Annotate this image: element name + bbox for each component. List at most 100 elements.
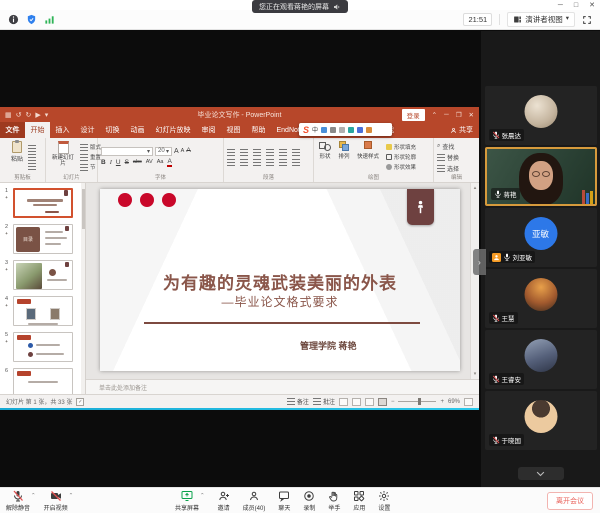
- align-left-icon[interactable]: [227, 159, 235, 166]
- ppt-minimize-button[interactable]: ─: [444, 111, 449, 118]
- paste-button[interactable]: 粘贴: [9, 141, 25, 173]
- undo-icon[interactable]: ↺: [16, 111, 22, 119]
- shape-fill-button[interactable]: 形状填充: [386, 143, 416, 151]
- zoom-out-button[interactable]: −: [391, 399, 395, 405]
- participant-tile[interactable]: 亚敏 刘亚敏: [485, 208, 597, 267]
- underline-button[interactable]: U: [116, 160, 121, 167]
- reading-view-button[interactable]: [365, 398, 374, 406]
- sidebar-collapse-handle[interactable]: ›: [473, 249, 486, 275]
- font-size-select[interactable]: 20▾: [155, 147, 172, 156]
- replace-button[interactable]: 替换: [437, 153, 459, 162]
- clear-format-button[interactable]: A: [186, 148, 190, 155]
- slideshow-icon[interactable]: ▶: [35, 111, 40, 119]
- cut-icon[interactable]: [28, 145, 36, 152]
- text-shadow-button[interactable]: abc: [133, 160, 142, 166]
- chat-button[interactable]: 聊天: [278, 490, 290, 512]
- thumbnail-scrollbar[interactable]: [81, 183, 85, 394]
- leave-meeting-button[interactable]: 离开会议: [547, 492, 593, 510]
- tab-help[interactable]: 帮助: [246, 122, 271, 138]
- slide-thumbnail-3[interactable]: 3✦: [2, 260, 82, 290]
- invite-button[interactable]: 邀请: [218, 490, 230, 512]
- columns-icon[interactable]: [279, 159, 287, 166]
- tab-home[interactable]: 开始: [25, 122, 50, 138]
- bold-button[interactable]: B: [101, 160, 106, 167]
- italic-button[interactable]: I: [110, 160, 112, 167]
- smartart-icon[interactable]: [292, 159, 300, 166]
- speaker-view-button[interactable]: 演讲者视图 ▾: [507, 12, 575, 27]
- window-maximize-button[interactable]: □: [574, 2, 578, 9]
- raise-hand-button[interactable]: 举手: [328, 490, 340, 512]
- meeting-info-icon[interactable]: [8, 14, 19, 25]
- participant-tile[interactable]: 于晓国: [485, 391, 597, 450]
- current-slide[interactable]: 为有趣的灵魂武装美丽的外表 —毕业论文格式要求 管理学院 蒋艳: [100, 189, 460, 371]
- apps-button[interactable]: 应用: [353, 490, 365, 512]
- align-right-icon[interactable]: [253, 159, 261, 166]
- fit-to-window-button[interactable]: [464, 398, 473, 406]
- unmute-button[interactable]: 解除静音: [6, 490, 30, 512]
- speaker-icon[interactable]: [333, 3, 341, 11]
- font-name-select[interactable]: ▾: [101, 147, 153, 156]
- zoom-in-button[interactable]: +: [440, 399, 444, 405]
- mic-options-caret[interactable]: ⌃: [31, 493, 36, 499]
- ppt-close-button[interactable]: ✕: [469, 111, 474, 119]
- sogou-input-bar[interactable]: S 中: [299, 123, 392, 136]
- tab-design[interactable]: 设计: [75, 122, 100, 138]
- shape-outline-button[interactable]: 形状轮廓: [386, 153, 416, 161]
- more-participants-button[interactable]: [518, 467, 564, 480]
- fullscreen-icon[interactable]: [582, 15, 592, 25]
- slideshow-view-button[interactable]: [378, 398, 387, 406]
- qat-customize-icon[interactable]: ▾: [45, 111, 49, 119]
- slide-thumbnail-5[interactable]: 5✦: [2, 332, 82, 362]
- format-painter-icon[interactable]: [28, 163, 36, 170]
- spellcheck-icon[interactable]: ✓: [76, 398, 84, 406]
- canvas-scrollbar[interactable]: ▴ ▾: [470, 183, 479, 379]
- increase-indent-icon[interactable]: [266, 149, 274, 156]
- members-button[interactable]: 成员(40): [243, 490, 266, 512]
- shrink-font-button[interactable]: A: [181, 149, 185, 155]
- share-screen-button[interactable]: 共享屏幕: [175, 490, 199, 512]
- find-button[interactable]: ⌕查找: [437, 142, 459, 151]
- participant-tile-active-speaker[interactable]: 蒋艳: [485, 147, 597, 206]
- font-color-button[interactable]: A: [167, 159, 171, 168]
- tab-insert[interactable]: 插入: [50, 122, 75, 138]
- tab-file[interactable]: 文件: [0, 122, 25, 138]
- network-signal-icon[interactable]: [44, 14, 55, 25]
- notes-pane[interactable]: 单击此处添加备注: [86, 379, 479, 394]
- quick-styles-button[interactable]: 快速样式: [355, 141, 381, 173]
- tab-view[interactable]: 视图: [221, 122, 246, 138]
- ppt-restore-button[interactable]: ❐: [456, 111, 462, 119]
- tab-review[interactable]: 审阅: [196, 122, 221, 138]
- save-icon[interactable]: ▦: [5, 111, 12, 119]
- window-minimize-button[interactable]: ─: [558, 2, 563, 9]
- justify-icon[interactable]: [266, 159, 274, 166]
- slide-thumbnail-4[interactable]: 4✦: [2, 296, 82, 326]
- slide-thumbnail-6[interactable]: 6: [2, 368, 82, 394]
- ppt-share-button[interactable]: 共享: [450, 122, 479, 138]
- ppt-signin-button[interactable]: 登录: [402, 109, 425, 121]
- numbering-icon[interactable]: [240, 149, 248, 156]
- slide-sorter-view-button[interactable]: [352, 398, 361, 406]
- zoom-slider-thumb[interactable]: [418, 398, 421, 405]
- security-shield-icon[interactable]: [26, 14, 37, 25]
- shape-effects-button[interactable]: 形状效果: [386, 163, 416, 171]
- slide-thumbnail-1[interactable]: 1✦: [2, 188, 82, 218]
- decrease-indent-icon[interactable]: [253, 149, 261, 156]
- align-center-icon[interactable]: [240, 159, 248, 166]
- notes-toggle[interactable]: 备注: [287, 397, 309, 406]
- settings-button[interactable]: 设置: [378, 490, 390, 512]
- tab-slideshow[interactable]: 幻灯片放映: [150, 122, 196, 138]
- select-button[interactable]: 选择: [437, 164, 459, 173]
- character-spacing-button[interactable]: AV: [146, 160, 153, 166]
- arrange-button[interactable]: 排列: [336, 141, 352, 173]
- slide-canvas[interactable]: 为有趣的灵魂武装美丽的外表 —毕业论文格式要求 管理学院 蒋艳 ▴ ▾: [86, 183, 479, 379]
- grow-font-button[interactable]: A: [174, 148, 179, 155]
- window-close-button[interactable]: ✕: [589, 2, 595, 9]
- line-spacing-icon[interactable]: [279, 149, 287, 156]
- participant-tile[interactable]: 王慧: [485, 269, 597, 328]
- redo-icon[interactable]: ↻: [26, 111, 32, 119]
- new-slide-button[interactable]: 新建幻灯片: [49, 141, 77, 173]
- participant-tile[interactable]: 张晨达: [485, 86, 597, 145]
- start-video-button[interactable]: 开启视频: [44, 490, 68, 512]
- text-direction-icon[interactable]: [292, 149, 300, 156]
- zoom-level[interactable]: 69%: [448, 399, 460, 405]
